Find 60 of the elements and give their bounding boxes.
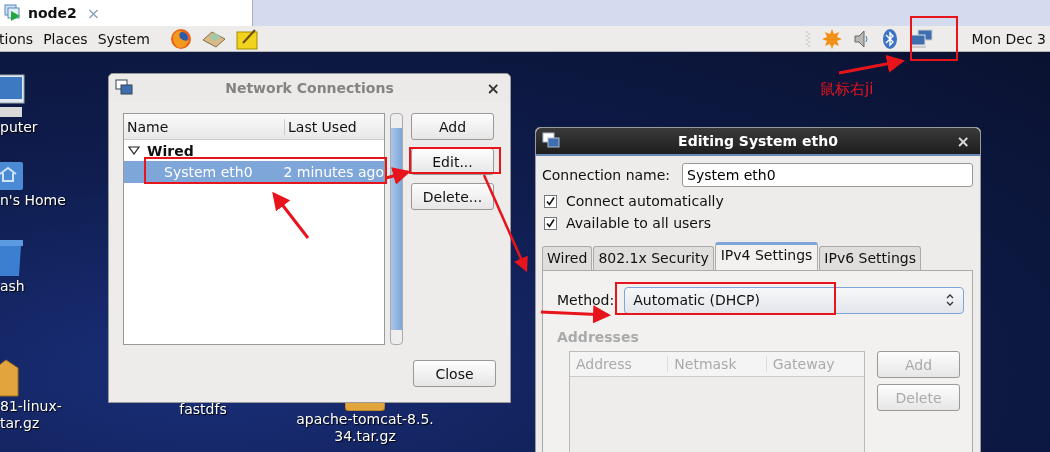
annotation-text: 鼠标右ji (820, 80, 874, 99)
desktop-icon-label: 81-linux- (0, 398, 62, 415)
field-label: Method: (557, 292, 615, 308)
desktop-icon-label: ash (0, 278, 25, 295)
desktop-icon-label: 34.tar.gz (334, 428, 396, 445)
dialog-button[interactable]: Add (411, 113, 494, 140)
desktop-icon-label: fastdfs (179, 401, 227, 418)
home-folder-icon[interactable] (0, 160, 24, 192)
annotation-arrow (385, 167, 411, 185)
vm-icon (4, 4, 22, 22)
last-used: 2 minutes ago (283, 164, 384, 180)
annotation-arrow (272, 191, 310, 239)
network-icon (115, 79, 133, 97)
desktop-icon-label: tar.gz (0, 415, 41, 432)
checkbox[interactable] (544, 216, 557, 230)
highlight-frame (910, 16, 958, 61)
browser-icon[interactable] (169, 27, 192, 50)
trash-icon[interactable] (0, 238, 24, 278)
group-label: Wired (147, 142, 194, 159)
column-header[interactable]: Last Used (285, 118, 357, 135)
network-icon (542, 132, 560, 150)
checkbox-label: Connect automatically (566, 193, 724, 209)
window-title: Network Connections (225, 80, 394, 96)
computer-icon[interactable] (0, 73, 26, 119)
method-dropdown[interactable]: Automatic (DHCP) (624, 286, 964, 314)
close-button[interactable]: Close (413, 360, 496, 387)
close-icon[interactable]: × (956, 131, 970, 151)
dialog-button[interactable]: Delete... (411, 183, 494, 210)
column-header[interactable]: Name (124, 118, 285, 135)
notepad-icon[interactable] (235, 27, 258, 50)
connection-name: System eth0 (164, 164, 254, 180)
field-label: Connection name: (542, 167, 671, 183)
speaker-icon[interactable] (853, 29, 870, 48)
checkbox[interactable] (544, 194, 557, 208)
desktop-icon-label: n's Home (0, 192, 66, 209)
annotation-arrow (540, 305, 611, 324)
expander-icon[interactable] (128, 145, 140, 156)
settings-tab[interactable]: 802.1x Security (593, 246, 714, 270)
vm-tab-title: node2 (28, 5, 77, 21)
package-icon[interactable] (0, 358, 20, 398)
desktop-icon-label: puter (0, 119, 38, 136)
vm-tab[interactable]: node2 × (0, 0, 253, 26)
checkbox-label: Available to all users (566, 215, 711, 231)
bluetooth-icon[interactable] (881, 27, 898, 50)
chevron-icon (945, 293, 955, 307)
settings-tab[interactable]: Wired (542, 246, 593, 270)
settings-tab[interactable]: IPv4 Settings (714, 242, 819, 270)
column-header: Address (570, 356, 669, 372)
column-header: Netmask (668, 356, 767, 372)
panel-clock[interactable]: Mon Dec 3 (971, 30, 1050, 47)
network-icon[interactable] (909, 28, 934, 49)
annotation-arrow (838, 54, 905, 75)
desktop-icon-label: apache-tomcat-8.5. (296, 411, 434, 428)
connection-name-field[interactable]: System eth0 (682, 163, 973, 187)
scrollbar[interactable] (390, 113, 403, 345)
close-icon[interactable]: × (486, 78, 500, 98)
column-header: Gateway (771, 356, 836, 372)
section-heading: Addresses (557, 329, 640, 345)
settings-tab[interactable]: IPv6 Settings (819, 246, 921, 270)
window-title: Editing System eth0 (678, 133, 838, 149)
